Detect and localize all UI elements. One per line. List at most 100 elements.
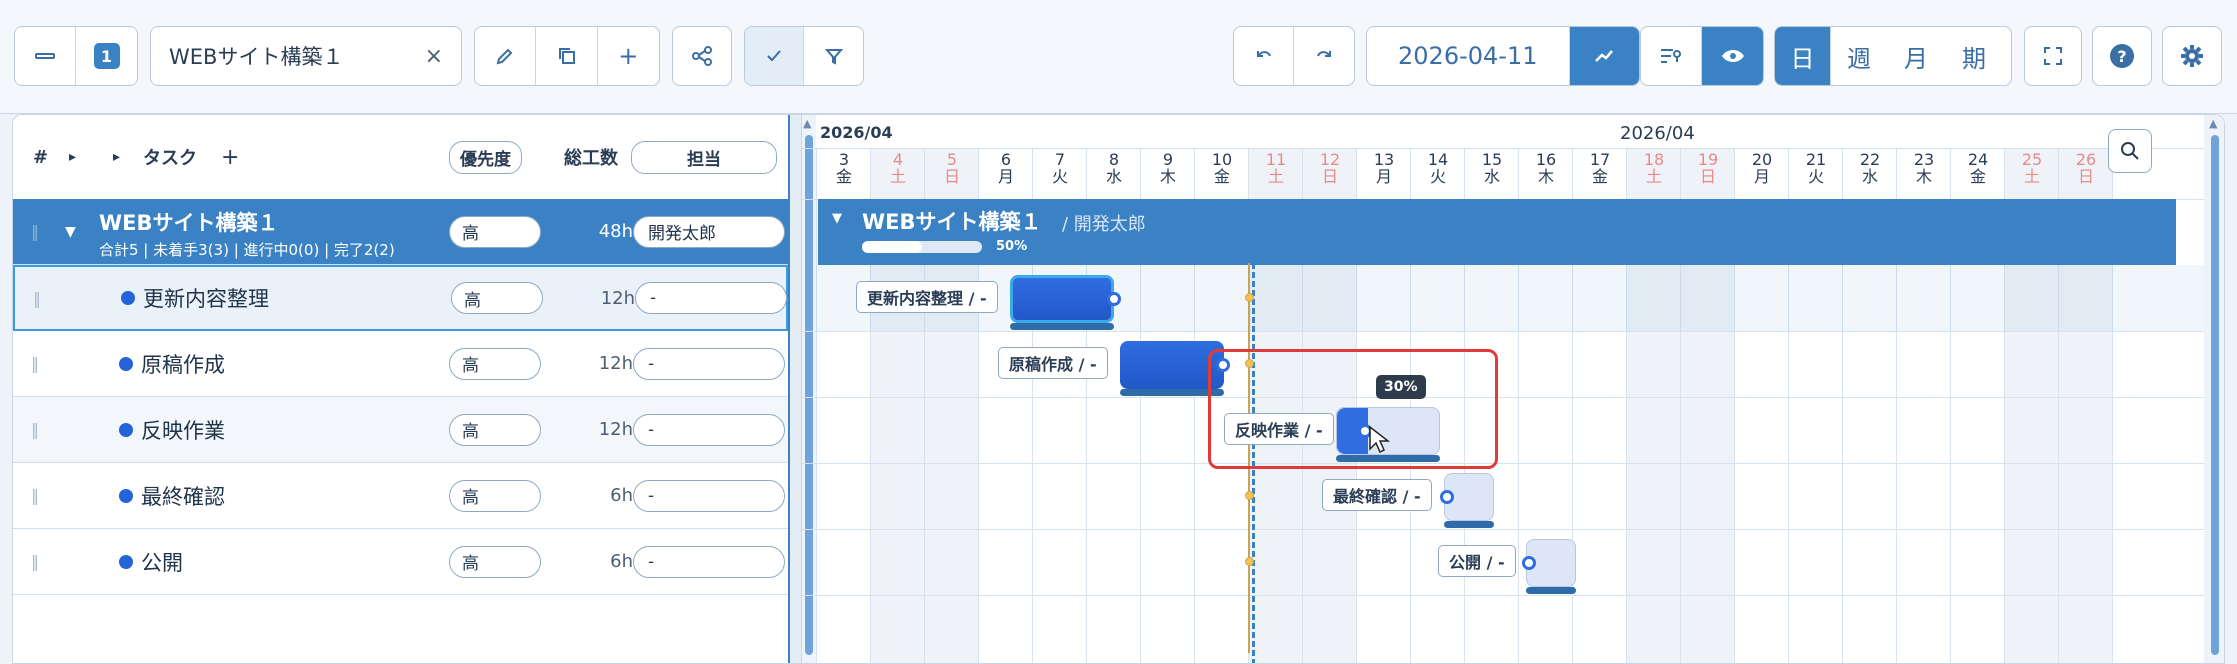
expand-level-button[interactable]: ▸ bbox=[113, 149, 120, 165]
scale-month-button[interactable]: 月 bbox=[1887, 27, 1945, 85]
date-input[interactable]: 2026-04-11 bbox=[1367, 27, 1570, 85]
owner-select[interactable]: - bbox=[633, 347, 785, 380]
task-name: 更新内容整理 bbox=[143, 287, 269, 311]
owner-select[interactable]: - bbox=[633, 545, 785, 578]
project-row[interactable]: ‖ ▼ WEBサイト構築１ 合計5 | 未着手3(3) | 進行中0(0) | … bbox=[13, 199, 788, 265]
owner-select[interactable]: - bbox=[635, 282, 787, 314]
drag-handle-icon[interactable]: ‖ bbox=[31, 222, 39, 241]
task-bar[interactable] bbox=[1010, 275, 1114, 323]
owner-select[interactable]: - bbox=[633, 413, 785, 446]
add-button[interactable]: + bbox=[598, 27, 659, 85]
priority-select[interactable]: 高 bbox=[449, 545, 541, 578]
drag-handle-icon[interactable]: ‖ bbox=[31, 354, 39, 373]
minus-icon bbox=[35, 53, 55, 59]
status-dot bbox=[119, 488, 133, 503]
expand-all-button[interactable]: ▸ bbox=[69, 149, 76, 165]
copy-button[interactable] bbox=[536, 27, 598, 85]
task-row[interactable]: ‖ 公開 高 6h - bbox=[13, 529, 788, 595]
trend-button[interactable] bbox=[1569, 27, 1639, 85]
weekday: 木 bbox=[1159, 167, 1176, 186]
task-row[interactable]: ‖ 更新内容整理 高 12h - bbox=[13, 265, 788, 331]
check-button[interactable] bbox=[745, 27, 805, 85]
pane-splitter[interactable] bbox=[788, 115, 802, 663]
drag-handle-icon[interactable]: ‖ bbox=[33, 289, 41, 308]
day-number: 19 bbox=[1697, 150, 1719, 169]
status-dot bbox=[119, 356, 133, 371]
share-button[interactable] bbox=[673, 27, 731, 85]
priority-select[interactable]: 高 bbox=[449, 413, 541, 446]
settings-group bbox=[2162, 26, 2222, 86]
day-number: 21 bbox=[1805, 150, 1827, 169]
add-task-button[interactable]: + bbox=[221, 145, 239, 170]
task-bar-label: 最終確認 / - bbox=[1322, 479, 1432, 511]
gear-icon bbox=[2181, 45, 2203, 67]
link-handle[interactable] bbox=[1522, 556, 1536, 570]
weekday: 金 bbox=[1213, 167, 1230, 186]
link-handle[interactable] bbox=[1440, 490, 1454, 504]
task-row[interactable]: ‖ 反映作業 高 12h - bbox=[13, 397, 788, 463]
col-hours-header[interactable]: 総工数 bbox=[564, 144, 618, 170]
list-settings-icon bbox=[1661, 49, 1681, 63]
help-group: ? bbox=[2092, 26, 2152, 86]
row-divider bbox=[802, 397, 2224, 398]
list-settings-button[interactable] bbox=[1641, 27, 1703, 85]
drag-handle-icon[interactable]: ‖ bbox=[31, 486, 39, 505]
month-label-center: 2026/04 bbox=[1620, 123, 1695, 144]
scale-day-button[interactable]: 日 bbox=[1775, 27, 1831, 85]
filter-icon bbox=[824, 49, 843, 65]
col-owner-header[interactable]: 担当 bbox=[631, 140, 777, 174]
scroll-up-icon[interactable]: ▲ bbox=[2209, 117, 2217, 130]
priority-select[interactable]: 高 bbox=[449, 215, 541, 248]
day-number: 18 bbox=[1643, 150, 1665, 169]
priority-select[interactable]: 高 bbox=[449, 479, 541, 512]
scroll-thumb[interactable] bbox=[2211, 135, 2219, 655]
zoom-button[interactable] bbox=[2108, 129, 2152, 173]
visibility-button[interactable] bbox=[1702, 27, 1763, 85]
priority-select[interactable]: 高 bbox=[449, 347, 541, 380]
link-handle[interactable] bbox=[1107, 292, 1121, 306]
weekday: 火 bbox=[1807, 167, 1824, 186]
scale-week-button[interactable]: 週 bbox=[1831, 27, 1887, 85]
vertical-scrollbar-right[interactable]: ▲ bbox=[2204, 115, 2224, 663]
collapse-project-icon[interactable]: ▼ bbox=[832, 211, 842, 226]
day-number: 17 bbox=[1589, 150, 1611, 169]
check-icon bbox=[767, 50, 781, 62]
task-row[interactable]: ‖ 最終確認 高 6h - bbox=[13, 463, 788, 529]
collapse-button[interactable] bbox=[15, 27, 77, 85]
task-row[interactable]: ‖ 原稿作成 高 12h - bbox=[13, 331, 788, 397]
owner-select[interactable]: - bbox=[633, 479, 785, 512]
drag-handle-icon[interactable]: ‖ bbox=[31, 420, 39, 439]
status-dot bbox=[121, 291, 135, 305]
edit-button[interactable] bbox=[475, 27, 537, 85]
display-group bbox=[1640, 26, 1764, 86]
weekday: 月 bbox=[1375, 167, 1392, 186]
col-priority-header[interactable]: 優先度 bbox=[449, 140, 522, 174]
scroll-thumb[interactable] bbox=[805, 135, 813, 655]
weekday: 日 bbox=[943, 167, 960, 186]
project-select[interactable]: WEBサイト構築１ × bbox=[150, 26, 462, 86]
scale-term-button[interactable]: 期 bbox=[1945, 27, 2003, 85]
drag-handle-icon[interactable]: ‖ bbox=[31, 552, 39, 571]
collapse-project-icon[interactable]: ▼ bbox=[65, 224, 76, 240]
clear-icon[interactable]: × bbox=[425, 44, 443, 69]
settings-button[interactable] bbox=[2163, 27, 2221, 85]
weekday: 日 bbox=[1699, 167, 1716, 186]
undo-icon bbox=[1256, 51, 1271, 57]
vertical-scrollbar-left[interactable]: ▲ bbox=[802, 115, 816, 663]
day-label: 19 日 bbox=[1681, 151, 1735, 185]
project-progress-track bbox=[862, 241, 982, 253]
gantt-chart: ▲ 2026/04 2026/04 3 金 4 土 5 日 6 月 7 火 8 水 9 木 10 金 11 土 12… bbox=[802, 115, 2224, 663]
undo-button[interactable] bbox=[1234, 27, 1295, 85]
priority-select[interactable]: 高 bbox=[451, 282, 543, 314]
fullscreen-button[interactable] bbox=[2025, 27, 2081, 85]
owner-select[interactable]: 開発太郎 bbox=[633, 215, 785, 248]
row-divider bbox=[802, 595, 2224, 596]
task-hours: 12h bbox=[598, 353, 633, 374]
project-bar[interactable]: ▼ WEBサイト構築１ / 開発太郎 50% bbox=[818, 199, 2176, 265]
filter-button[interactable] bbox=[804, 27, 863, 85]
redo-button[interactable] bbox=[1294, 27, 1354, 85]
task-baseline bbox=[1444, 521, 1494, 528]
level-button[interactable]: 1 bbox=[76, 27, 137, 85]
help-button[interactable]: ? bbox=[2093, 27, 2151, 85]
day-number: 11 bbox=[1265, 150, 1287, 169]
